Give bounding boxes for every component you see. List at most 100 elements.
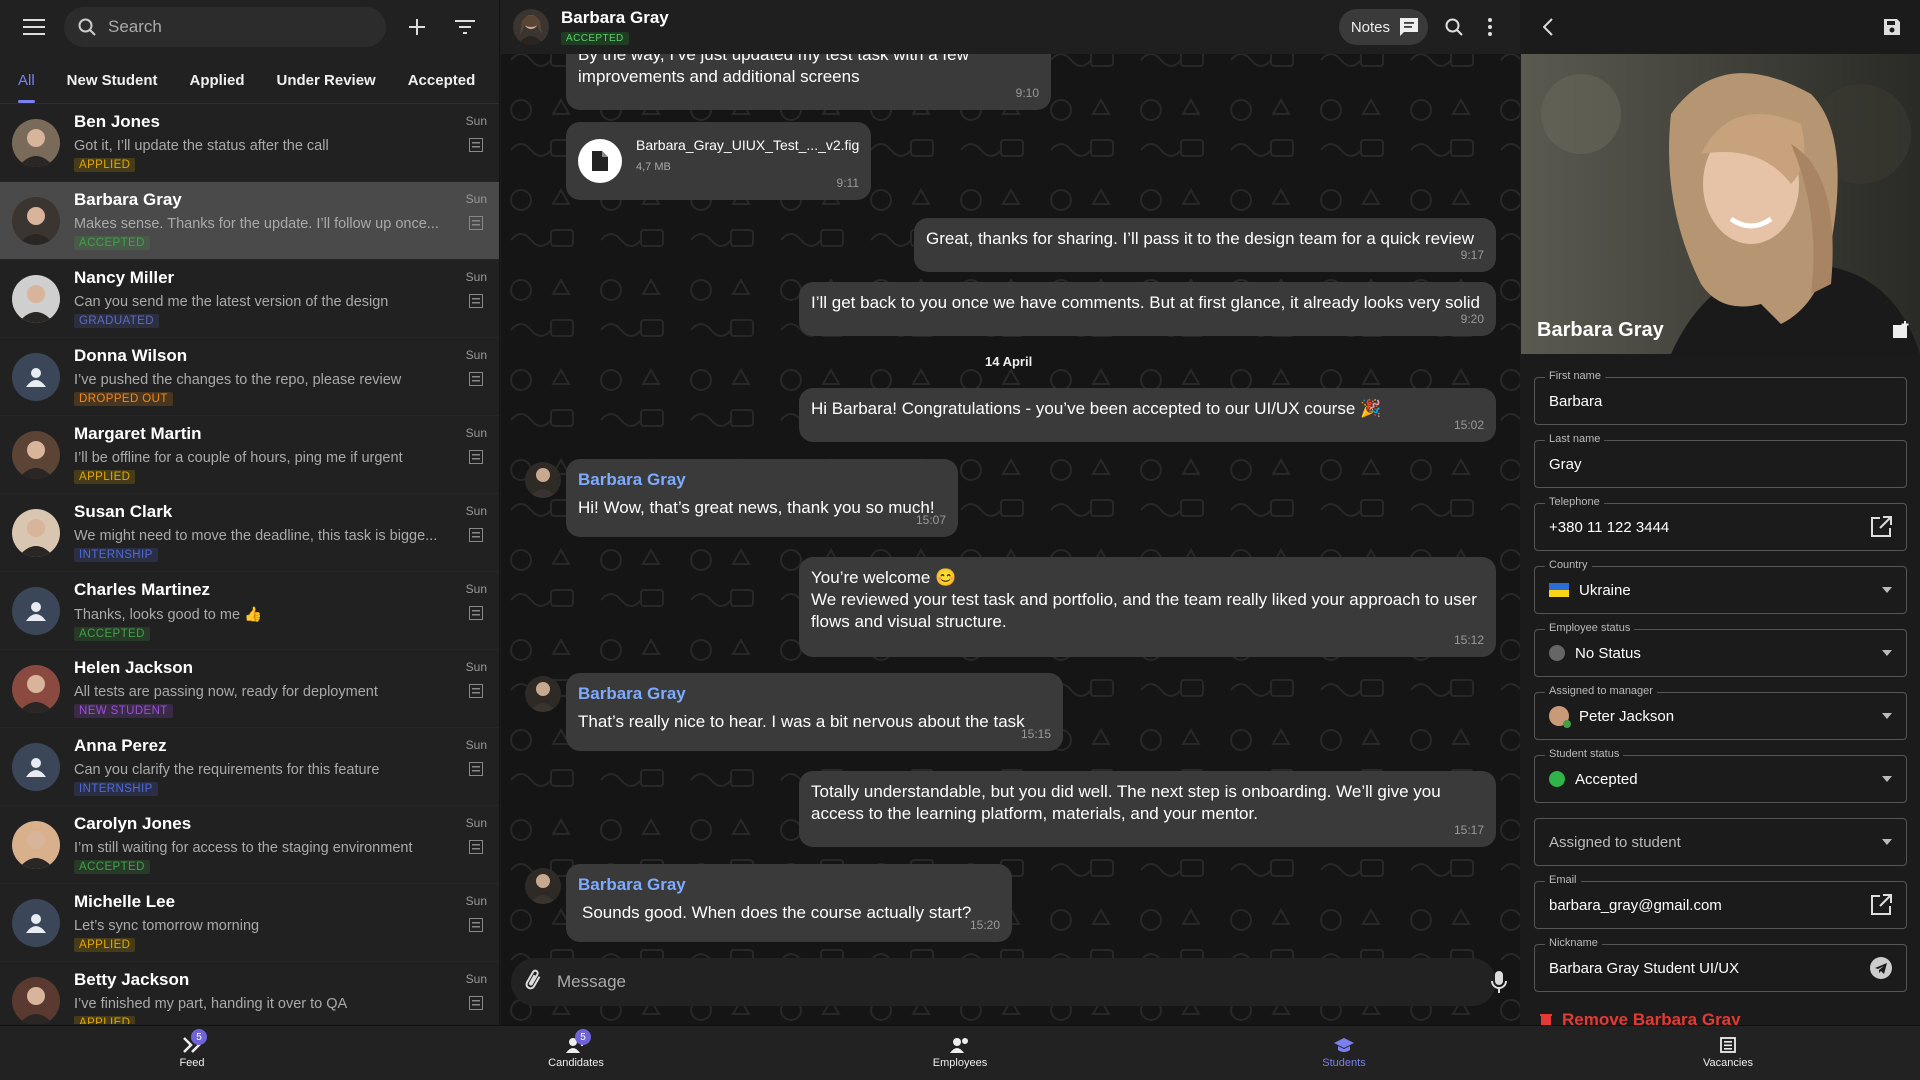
open-external-icon[interactable] — [1870, 894, 1892, 916]
note-icon[interactable] — [469, 606, 484, 625]
conversation-row[interactable]: Ben Jones Got it, I’ll update the status … — [0, 104, 499, 182]
open-external-icon[interactable] — [1870, 516, 1892, 538]
conversation-row[interactable]: Barbara Gray Makes sense. Thanks for the … — [0, 182, 499, 260]
more-vert-icon[interactable] — [1472, 9, 1508, 45]
tab-applied[interactable]: Applied — [190, 72, 245, 103]
message-outgoing: Totally understandable, but you did well… — [799, 771, 1496, 847]
last-message: Makes sense. Thanks for the update. I’ll… — [74, 216, 439, 232]
field-label: Telephone — [1545, 496, 1604, 508]
avatar — [12, 196, 60, 245]
chat-contact-name[interactable]: Barbara Gray — [561, 8, 669, 28]
note-icon[interactable] — [469, 294, 484, 313]
employee-status-select[interactable]: Employee status No Status — [1534, 622, 1907, 677]
filter-icon[interactable] — [447, 9, 483, 45]
attach-icon[interactable] — [525, 968, 541, 997]
note-icon[interactable] — [469, 840, 484, 859]
tab-under-review[interactable]: Under Review — [277, 72, 376, 103]
note-icon[interactable] — [469, 450, 484, 469]
message-text-line: You’re welcome 😊 — [811, 568, 957, 587]
nickname-field[interactable]: Nickname Barbara Gray Student UI/UX — [1534, 937, 1907, 992]
chat-search-icon[interactable] — [1436, 9, 1472, 45]
conversation-row[interactable]: Helen Jackson All tests are passing now, … — [0, 650, 499, 728]
menu-icon[interactable] — [16, 9, 52, 45]
dropdown-arrow-icon — [1882, 650, 1892, 656]
contact-name: Nancy Miller — [74, 268, 175, 287]
field-label: First name — [1545, 370, 1605, 382]
notes-button[interactable]: Notes — [1338, 9, 1428, 45]
first-name-field[interactable]: First name Barbara — [1534, 370, 1907, 425]
file-size: 4,7 MB — [636, 161, 671, 173]
sender-name[interactable]: Barbara Gray — [578, 469, 946, 491]
telephone-field[interactable]: Telephone +380 11 122 3444 — [1534, 496, 1907, 551]
conversation-meta: Sun — [466, 972, 487, 1015]
telegram-icon[interactable] — [1870, 957, 1892, 979]
tab-all[interactable]: All — [18, 72, 35, 103]
note-icon[interactable] — [469, 684, 484, 703]
message-outgoing: You’re welcome 😊 We reviewed your test t… — [799, 557, 1496, 657]
nickname-value: Barbara Gray Student UI/UX — [1549, 959, 1740, 977]
note-icon[interactable] — [469, 216, 484, 235]
nav-label: Students — [1322, 1057, 1366, 1069]
note-icon[interactable] — [469, 138, 484, 157]
nav-employees[interactable]: Employees — [768, 1026, 1152, 1080]
nav-vacancies[interactable]: Vacancies — [1536, 1026, 1920, 1080]
add-icon[interactable] — [399, 9, 435, 45]
status-badge: APPLIED — [74, 1016, 136, 1024]
chat-avatar[interactable] — [513, 9, 549, 45]
tab-accepted[interactable]: Accepted — [408, 72, 476, 103]
assigned-student-select[interactable]: Assigned to student — [1534, 818, 1907, 866]
note-icon[interactable] — [469, 996, 484, 1015]
message-text: We reviewed your test task and portfolio… — [811, 590, 1477, 631]
nav-label: Feed — [179, 1057, 205, 1069]
note-icon[interactable] — [469, 762, 484, 781]
search-input[interactable] — [108, 17, 308, 37]
conversation-row[interactable]: Carolyn Jones I’m still waiting for acces… — [0, 806, 499, 884]
last-name-field[interactable]: Last name Gray — [1534, 433, 1907, 488]
nav-feed[interactable]: 5 Feed — [0, 1026, 384, 1080]
sender-avatar[interactable] — [525, 462, 561, 498]
back-chevron-icon[interactable] — [1530, 9, 1566, 45]
file-icon[interactable] — [578, 139, 622, 183]
student-status-select[interactable]: Student status Accepted — [1534, 748, 1907, 803]
conversation-row[interactable]: Nancy Miller Can you send me the latest v… — [0, 260, 499, 338]
profile-photo[interactable]: Barbara Gray — [1521, 54, 1920, 354]
search-box[interactable] — [64, 7, 386, 47]
country-select[interactable]: Country Ukraine — [1534, 559, 1907, 614]
contact-name: Anna Perez — [74, 736, 167, 755]
conversation-row[interactable]: Anna Perez Can you clarify the requiremen… — [0, 728, 499, 806]
conversation-time: Sun — [465, 582, 487, 596]
sender-name[interactable]: Barbara Gray — [578, 683, 1051, 705]
microphone-icon[interactable] — [1483, 966, 1515, 998]
nav-badge: 5 — [575, 1029, 591, 1045]
tab-new-student[interactable]: New Student — [67, 72, 158, 103]
sender-avatar[interactable] — [525, 868, 561, 904]
conversation-panel: All New Student Applied Under Review Acc… — [0, 0, 500, 1025]
last-message: We might need to move the deadline, this… — [74, 528, 438, 544]
nav-students[interactable]: Students — [1152, 1026, 1536, 1080]
conversation-row[interactable]: Charles Martinez Thanks, looks good to me… — [0, 572, 499, 650]
note-icon[interactable] — [469, 528, 484, 547]
message-input[interactable] — [557, 972, 1482, 992]
conversation-row[interactable]: Donna Wilson I’ve pushed the changes to t… — [0, 338, 499, 416]
conversation-row[interactable]: Susan Clark We might need to move the dea… — [0, 494, 499, 572]
conversation-meta: Sun — [466, 816, 487, 859]
conversation-row[interactable]: Margaret Martin I’ll be offline for a cou… — [0, 416, 499, 494]
note-icon[interactable] — [469, 372, 484, 391]
dropdown-arrow-icon — [1882, 587, 1892, 593]
manager-select[interactable]: Assigned to manager Peter Jackson — [1534, 685, 1907, 740]
sender-name[interactable]: Barbara Gray — [578, 874, 1000, 896]
add-photo-icon[interactable] — [1892, 321, 1910, 344]
email-field[interactable]: Email barbara_gray@gmail.com — [1534, 874, 1907, 929]
conversation-body: Michelle Lee Let’s sync tomorrow morning A… — [74, 892, 487, 953]
conversation-row[interactable]: Michelle Lee Let’s sync tomorrow morning A… — [0, 884, 499, 962]
nav-label: Candidates — [548, 1057, 604, 1069]
file-message[interactable]: Barbara_Gray_UIUX_Test_..._v2.fig 4,7 MB… — [566, 122, 871, 200]
conversation-row[interactable]: Betty Jackson I’ve finished my part, hand… — [0, 962, 499, 1024]
nav-candidates[interactable]: 5 Candidates — [384, 1026, 768, 1080]
save-icon[interactable] — [1874, 9, 1910, 45]
last-message: I’ve pushed the changes to the repo, ple… — [74, 372, 402, 388]
telephone-value: +380 11 122 3444 — [1549, 518, 1670, 536]
remove-button[interactable]: Remove Barbara Gray — [1540, 1010, 1741, 1025]
sender-avatar[interactable] — [525, 676, 561, 712]
note-icon[interactable] — [469, 918, 484, 937]
